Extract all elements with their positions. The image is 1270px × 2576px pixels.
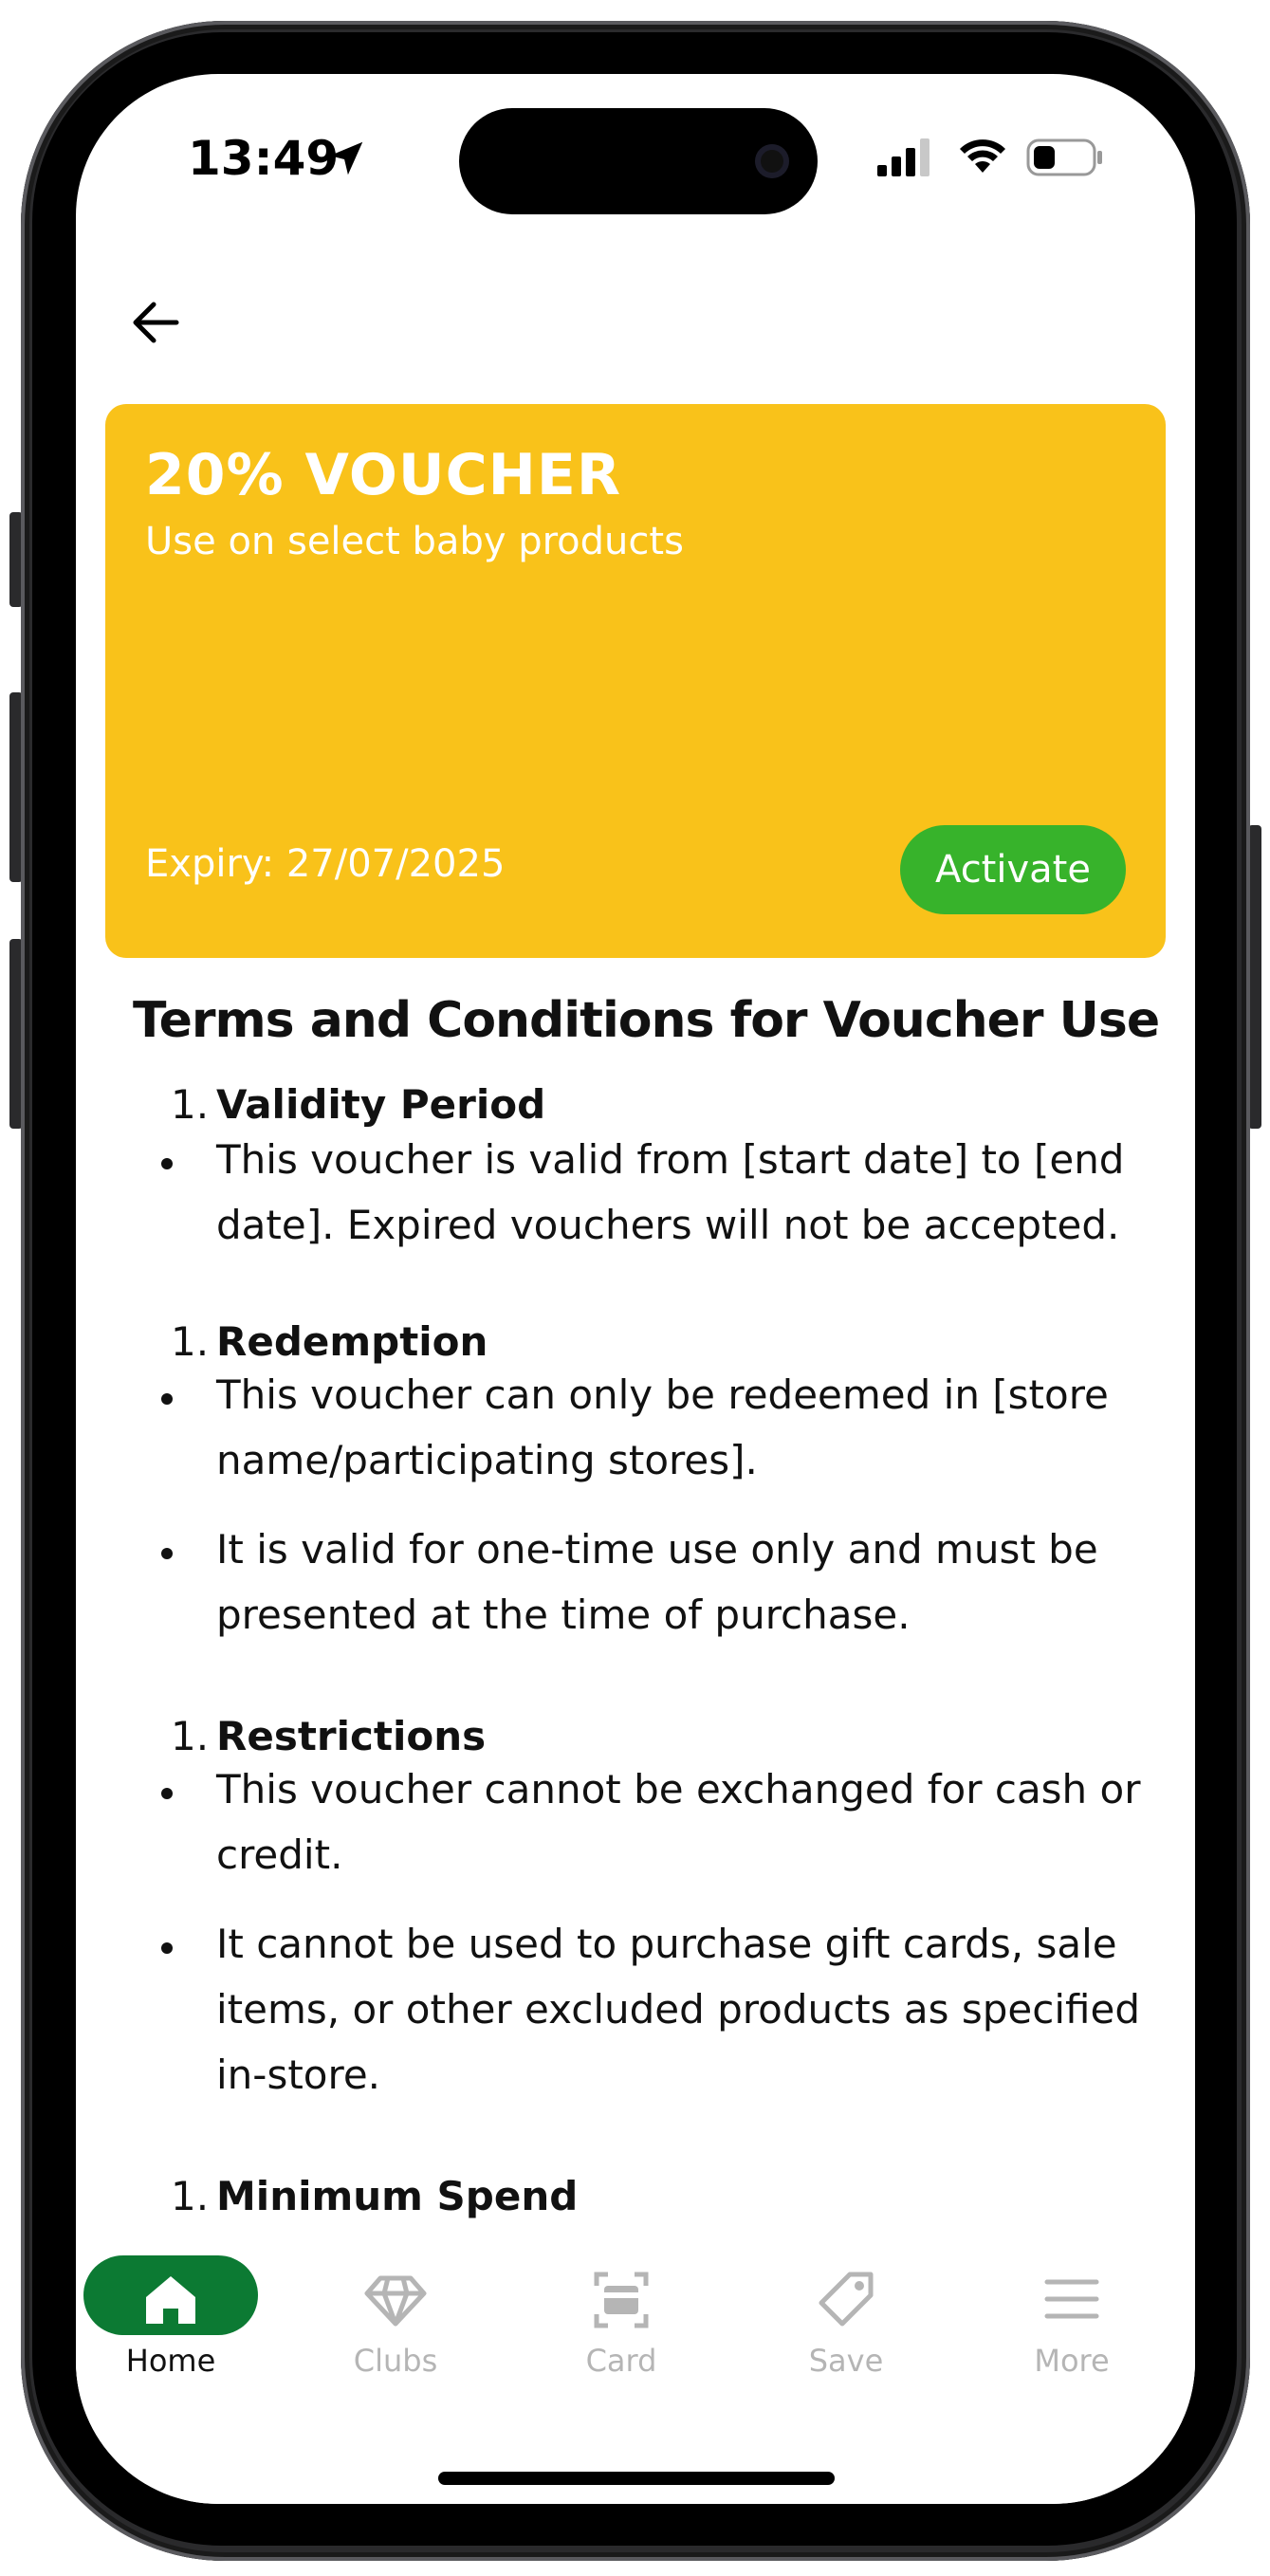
tab-save[interactable]: Save	[751, 2246, 941, 2388]
section-title-text: Validity Period	[216, 1081, 546, 1128]
bullet-text: This voucher cannot be exchanged for cas…	[216, 1766, 1141, 1878]
voucher-title: 20% VOUCHER	[145, 442, 622, 508]
section-title: 1. Minimum Spend	[171, 2173, 578, 2219]
dynamic-island	[459, 108, 818, 214]
wifi-icon	[960, 139, 1005, 173]
section-title-text: Minimum Spend	[216, 2173, 579, 2219]
bottom-tab-bar: Home Clubs Card Save More	[76, 2246, 1195, 2504]
tab-label: Home	[125, 2343, 216, 2379]
section-title: 1. Redemption	[171, 1318, 488, 1365]
home-indicator[interactable]	[438, 2472, 835, 2485]
tab-card[interactable]: Card	[526, 2246, 716, 2388]
status-time: 13:49	[188, 131, 340, 186]
section-title: 1. Validity Period	[171, 1081, 545, 1128]
tab-label: More	[1034, 2343, 1110, 2379]
cellular-signal-icon	[877, 138, 929, 176]
power-button	[1248, 825, 1261, 1129]
app-screen: 13:49 20% VOUCHER Use on select baby pro…	[76, 74, 1195, 2504]
voucher-card: 20% VOUCHER Use on select baby products …	[105, 404, 1166, 958]
tab-label: Clubs	[353, 2343, 438, 2379]
bullet-text: It cannot be used to purchase gift cards…	[216, 1921, 1140, 2098]
tab-label: Card	[585, 2343, 657, 2379]
tag-icon	[819, 2272, 874, 2327]
bullet-dot	[161, 1942, 173, 1954]
home-icon	[146, 2276, 195, 2324]
section-number: 1.	[171, 2173, 210, 2219]
bullet-dot	[161, 1548, 173, 1559]
bullet-text: This voucher is valid from [start date] …	[216, 1136, 1125, 1248]
section-number: 1.	[171, 1081, 210, 1128]
tab-home[interactable]: Home	[76, 2246, 266, 2388]
camera-icon	[755, 144, 789, 178]
tab-label: Save	[808, 2343, 884, 2379]
tab-more[interactable]: More	[977, 2246, 1167, 2388]
diamond-icon	[364, 2275, 427, 2327]
menu-icon	[1044, 2279, 1099, 2319]
card-icon	[594, 2272, 649, 2328]
location-arrow-icon	[329, 141, 363, 175]
terms-heading: Terms and Conditions for Voucher Use	[133, 992, 1160, 1049]
voucher-expiry: Expiry: 27/07/2025	[145, 842, 506, 886]
section-title: 1. Restrictions	[171, 1713, 486, 1759]
battery-icon	[1026, 138, 1102, 176]
bullet-text: This voucher can only be redeemed in [st…	[216, 1371, 1109, 1483]
section-title-text: Redemption	[216, 1318, 488, 1365]
section-number: 1.	[171, 1318, 210, 1365]
bullet-dot	[161, 1158, 173, 1169]
bullet-dot	[161, 1393, 173, 1405]
back-arrow-icon[interactable]	[125, 292, 186, 353]
activate-button[interactable]: Activate	[900, 825, 1126, 914]
bullet-dot	[161, 1788, 173, 1799]
voucher-subtitle: Use on select baby products	[145, 520, 684, 563]
section-title-text: Restrictions	[216, 1713, 487, 1759]
section-number: 1.	[171, 1713, 210, 1759]
tab-clubs[interactable]: Clubs	[301, 2246, 490, 2388]
terms-content[interactable]: Terms and Conditions for Voucher Use 1. V…	[76, 984, 1195, 2236]
bullet-text: It is valid for one-time use only and mu…	[216, 1526, 1098, 1638]
